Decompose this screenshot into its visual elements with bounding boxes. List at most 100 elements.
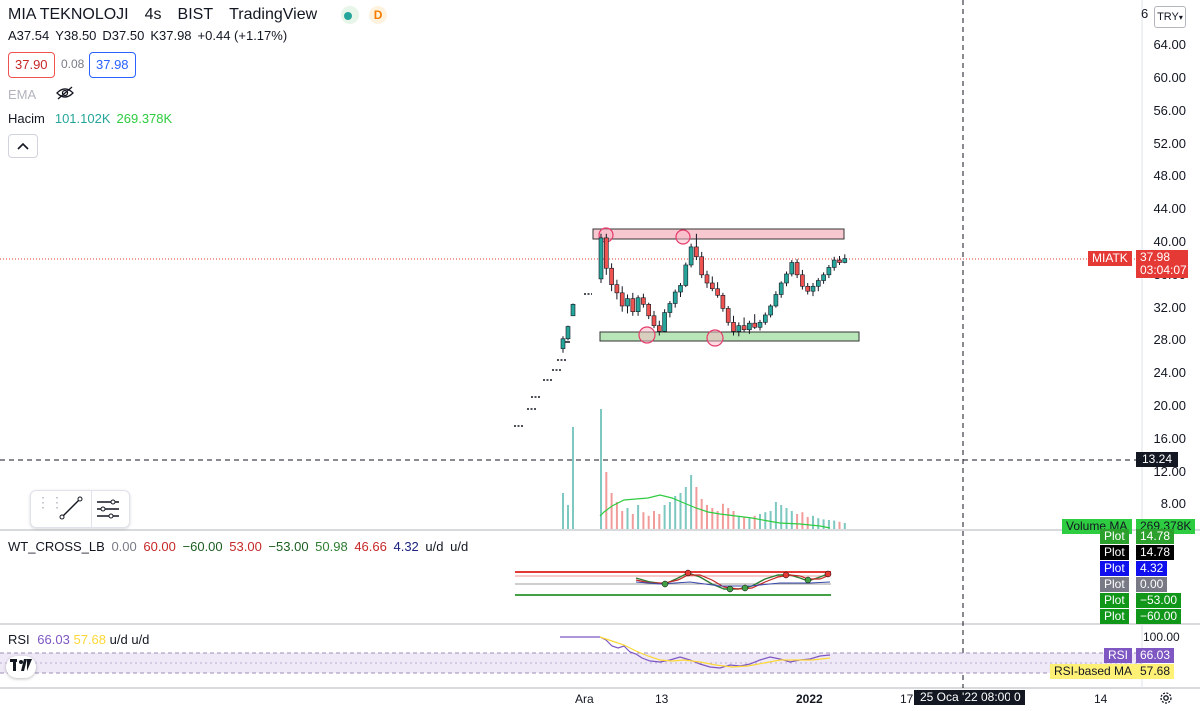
wt-cross-value: 50.98 [311, 539, 348, 554]
time-label-13: 13 [655, 692, 669, 706]
rsi-axis-top: 100.00 [1143, 630, 1180, 644]
time-label-14: 14 [1094, 692, 1108, 706]
ohlc-values: A37.54 Y38.50 D37.50 K37.98 +0.44 (+1.17… [8, 28, 287, 43]
tradingview-logo[interactable] [6, 656, 36, 678]
rsi-ma-tag-value: 57.68 [1136, 664, 1175, 679]
rsi-tag-label: RSI [1104, 648, 1133, 663]
rsi-ma-value: 57.68 [73, 632, 107, 647]
candle-body [694, 246, 699, 258]
volume-bar [822, 519, 825, 529]
candle-body [570, 304, 576, 317]
candle-body [565, 326, 571, 340]
volume-bar [631, 514, 634, 529]
candle-body [609, 267, 614, 285]
volume-bar [732, 511, 735, 529]
wt-cross-dots [661, 569, 832, 593]
candle-body [757, 322, 763, 328]
candle-body [715, 288, 720, 296]
eye-hidden-icon[interactable] [56, 86, 75, 103]
crosshair-time-tag: 25 Oca '22 08:00 [914, 690, 1018, 705]
symbol-title[interactable]: MIA TEKNOLOJI 4s BIST TradingView D [8, 6, 391, 24]
candle-body [651, 315, 657, 326]
volume-label: Hacim [8, 111, 45, 126]
bar-countdown: 03:04:07 [1140, 263, 1187, 277]
price-axis-top-label: 6 [1141, 6, 1149, 21]
volume-bar [621, 511, 624, 529]
chevron-up-icon [17, 142, 29, 150]
wt-plot-tag-label: Plot [1100, 577, 1129, 592]
ohlc-low: D37.50 [102, 28, 145, 43]
volume-bar [706, 505, 708, 529]
candle-body [815, 280, 821, 287]
candle-body [667, 303, 673, 313]
volume-bar [833, 520, 836, 529]
price-axis-label: 64.00 [1153, 37, 1186, 53]
collapse-legend-button[interactable] [8, 134, 38, 158]
wt-cross-value: 60.00 [139, 539, 176, 554]
rsi-legend[interactable]: RSI 66.03 57.68 u/d u/d [8, 632, 149, 647]
volume-bar [668, 502, 671, 529]
sell-price-button[interactable]: 37.90 [8, 52, 55, 78]
candle-body [768, 305, 773, 316]
volume-bar [743, 517, 746, 529]
volume-bar [769, 511, 772, 529]
exchange-name: BIST [177, 6, 214, 23]
rsi-ma-tag-label: RSI-based MA [1050, 664, 1137, 679]
ohlc-change: +0.44 (+1.17%) [197, 28, 288, 43]
volume-bar [562, 493, 564, 529]
candle-body [641, 297, 646, 305]
buy-price-button[interactable]: 37.98 [89, 52, 136, 78]
wt-cross-value: u/d [421, 539, 444, 554]
price-axis-label: 8.00 [1160, 496, 1186, 512]
price-axis-label: 52.00 [1153, 135, 1186, 151]
candle-body [699, 256, 705, 276]
rsi-ud-1: u/d [109, 632, 128, 647]
bottom-marker-1 [638, 326, 656, 344]
candle-body [709, 282, 715, 290]
candle-body [762, 314, 768, 323]
ema-label: EMA [8, 87, 37, 102]
currency-selector[interactable]: TRY▾ [1154, 6, 1186, 28]
volume-bar [642, 512, 645, 529]
volume-bar [774, 502, 777, 529]
gear-icon[interactable] [1158, 690, 1174, 711]
ohlc-close: K37.98 [150, 28, 192, 43]
price-axis-label: 32.00 [1153, 299, 1186, 315]
drawing-toolbar[interactable]: ⋮⋮ [30, 490, 130, 528]
volume-ma-line [599, 494, 831, 529]
volume-bar [653, 511, 655, 529]
chart-canvas[interactable] [0, 0, 1200, 705]
settings-sliders-icon[interactable] [95, 496, 121, 527]
volume-bar [679, 493, 682, 529]
wt-cross-legend[interactable]: WT_CROSS_LB 0.00 60.00 −60.00 53.00 −53.… [8, 539, 468, 554]
candle-body [731, 322, 736, 332]
wt-cross-values: 0.00 60.00 −60.00 53.00 −53.00 50.98 46.… [108, 539, 468, 554]
volume-bar [711, 508, 714, 529]
candle-body [672, 291, 678, 304]
candle-body [741, 325, 747, 331]
price-axis-label: 56.00 [1153, 102, 1186, 118]
volume-bar [801, 512, 804, 529]
volume-legend[interactable]: Hacim 101.102K 269.378K [8, 111, 172, 126]
delayed-data-badge[interactable]: D [369, 6, 388, 24]
volume-bar [663, 505, 666, 529]
bottom-marker-2 [706, 329, 724, 347]
volume-bar [572, 427, 574, 529]
wt-plot-tag-value: 14.78 [1136, 529, 1175, 544]
volume-bar [647, 515, 650, 529]
price-axis-label: 20.00 [1153, 398, 1186, 413]
price-axis-label: 24.00 [1153, 365, 1186, 381]
ema-legend[interactable]: EMA [8, 86, 75, 103]
volume-bar [843, 523, 846, 529]
candle-body [614, 284, 620, 294]
tradingview-logo-icon [10, 659, 32, 671]
price-axis-label: 28.00 [1153, 332, 1186, 348]
chart-interval: 4s [144, 6, 162, 23]
crosshair-time-extra: 0 [1010, 690, 1025, 705]
candle-body [794, 262, 800, 276]
volume-bar [605, 472, 608, 529]
trend-line-icon[interactable] [58, 495, 84, 526]
candle-body [805, 285, 811, 292]
wt-plot-tag-value: 4.32 [1136, 561, 1168, 576]
candle-body [837, 259, 842, 263]
